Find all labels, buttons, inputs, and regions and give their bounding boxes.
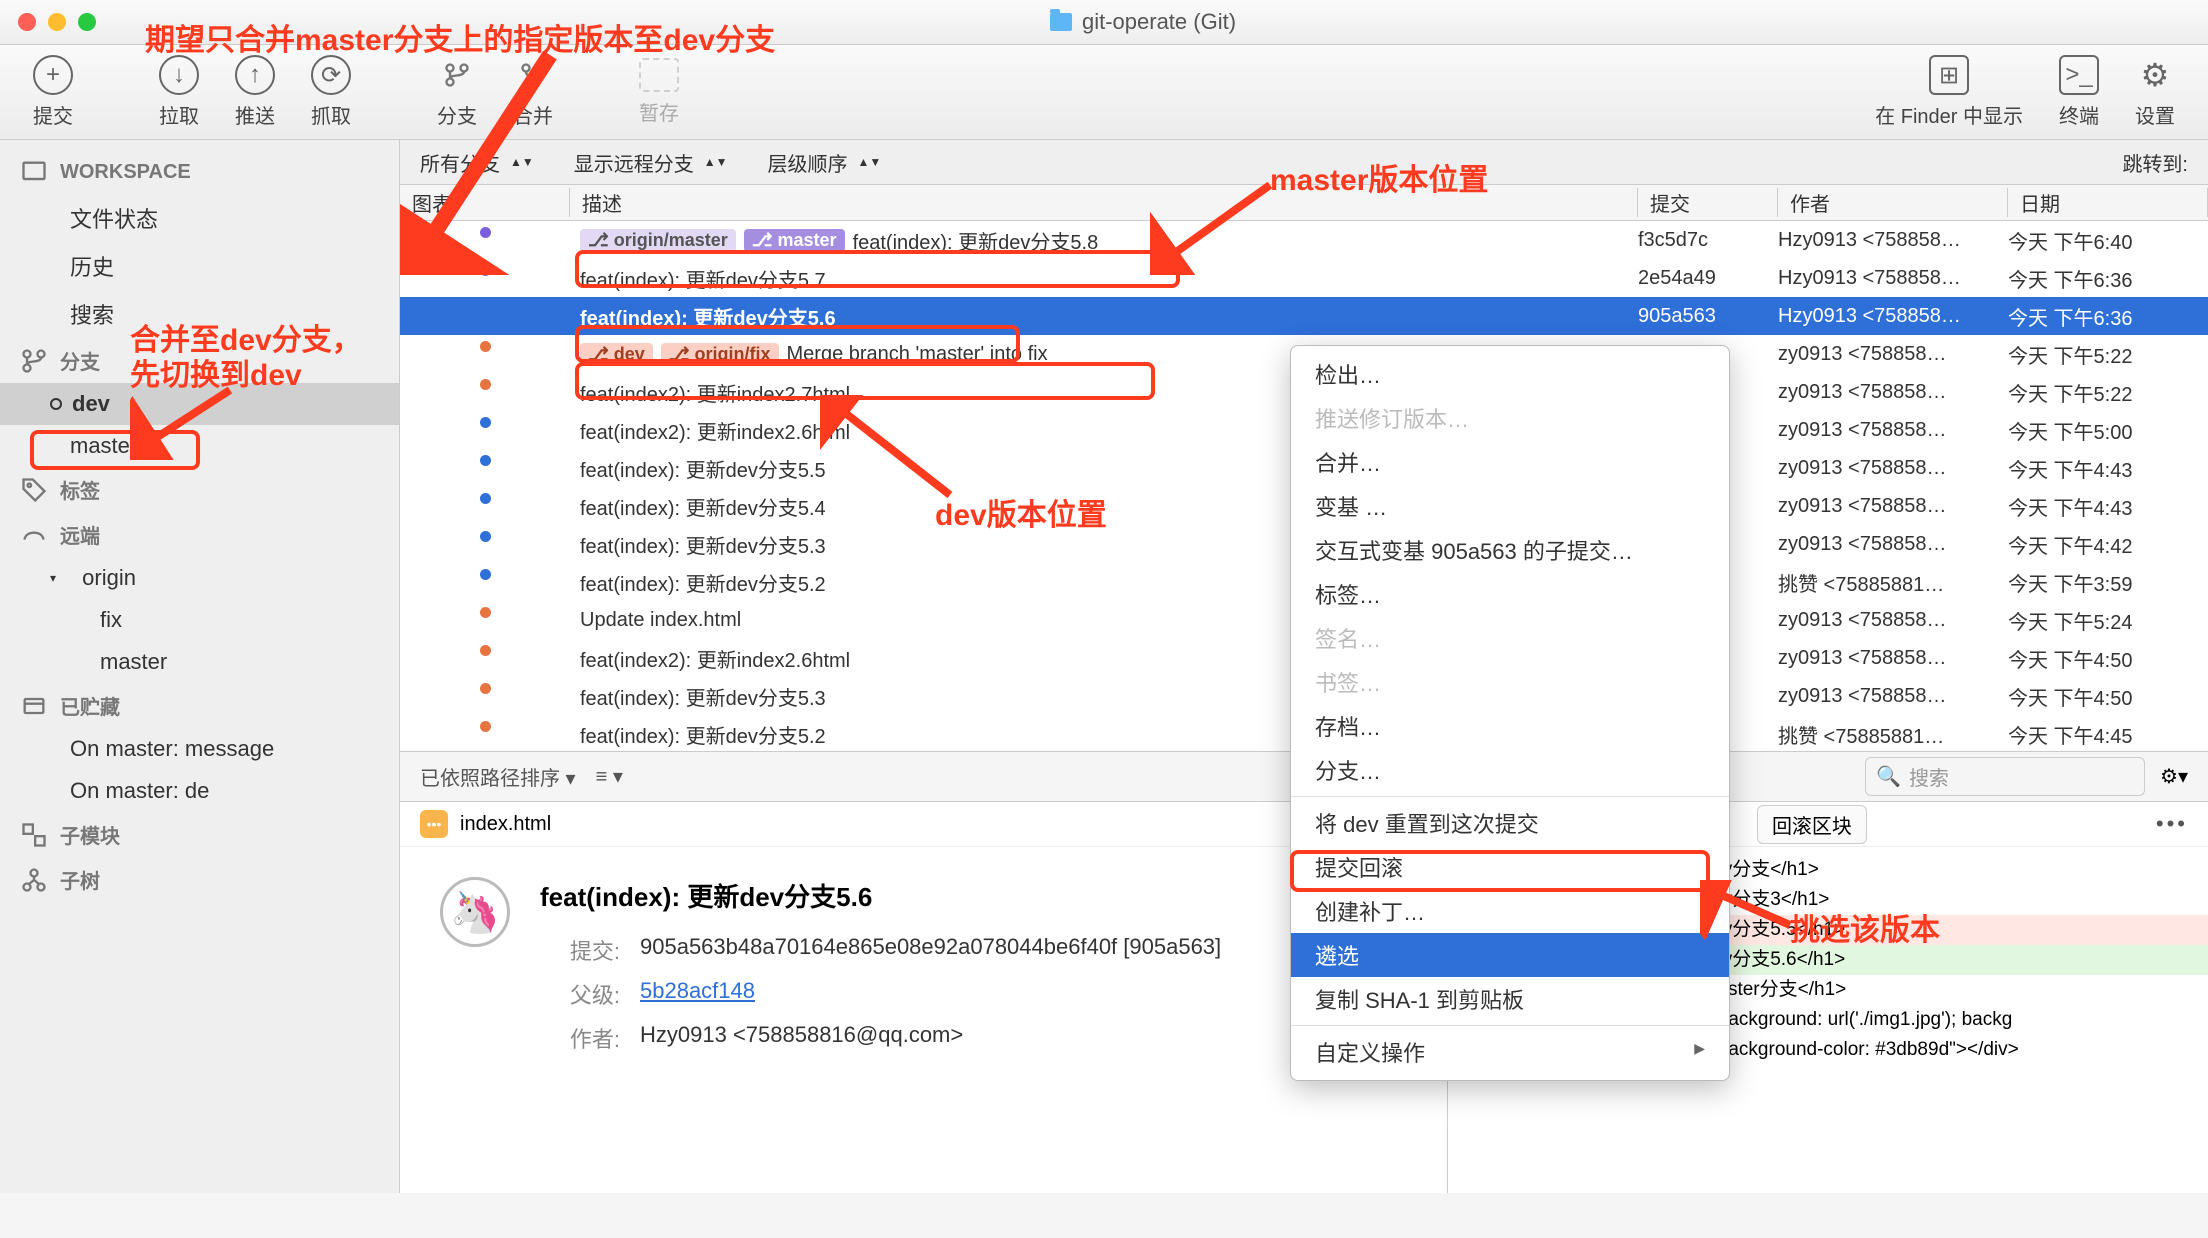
menu-archive[interactable]: 存档… [1291, 704, 1729, 748]
push-button[interactable]: ↑推送 [217, 55, 293, 129]
remotes-section: 远端 [0, 512, 399, 557]
file-status-item[interactable]: 文件状态 [0, 194, 399, 242]
menu-tag[interactable]: 标签… [1291, 572, 1729, 616]
branch-button[interactable]: 分支 [419, 55, 495, 129]
annotation-top: 期望只合并master分支上的指定版本至dev分支 [145, 15, 775, 59]
main-toolbar: +提交 ↓拉取 ↑推送 ⟳抓取 分支 合并 暂存 ⊞在 Finder 中显示 >… [0, 45, 2208, 140]
remote-master[interactable]: master [0, 641, 399, 683]
annotation-sidebar2: 先切换到dev [130, 350, 302, 394]
stash-1[interactable]: On master: de [0, 770, 399, 812]
col-author[interactable]: 作者 [1778, 188, 2008, 217]
menu-interactive[interactable]: 交互式变基 905a563 的子提交… [1291, 528, 1729, 572]
window-controls[interactable] [18, 13, 96, 31]
close-icon[interactable] [18, 13, 36, 31]
workspace-section: WORKSPACE [0, 150, 399, 194]
red-box-master-row [575, 250, 1180, 288]
commit-hash-full: 905a563b48a70164e865e08e92a078044be6f40f… [640, 934, 1221, 966]
gear-icon[interactable]: ⚙▾ [2160, 764, 2188, 789]
maximize-icon[interactable] [78, 13, 96, 31]
rollback-button[interactable]: 回滚区块 [1757, 805, 1867, 844]
all-branches-select[interactable]: 所有分支▲▼ [420, 148, 534, 177]
menu-merge[interactable]: 合并… [1291, 440, 1729, 484]
red-box-dev [30, 430, 200, 470]
remote-fix[interactable]: fix [0, 599, 399, 641]
menu-bookmark: 书签… [1291, 660, 1729, 704]
menu-cherry-pick[interactable]: 遴选 [1291, 933, 1729, 977]
submodules-section: 子模块 [0, 812, 399, 857]
order-select[interactable]: 层级顺序▲▼ [768, 148, 882, 177]
sort-select[interactable]: 已依照路径排序 ▾ [420, 762, 576, 791]
file-name: index.html [460, 813, 551, 836]
annotation-dev-pos: dev版本位置 [935, 490, 1107, 534]
terminal-button[interactable]: >_终端 [2041, 55, 2117, 129]
folder-icon [1050, 13, 1072, 31]
menu-reset[interactable]: 将 dev 重置到这次提交 [1291, 801, 1729, 845]
annotation-master-pos: master版本位置 [1270, 155, 1488, 199]
search-input[interactable]: 🔍 搜索 [1865, 757, 2145, 796]
menu-branch[interactable]: 分支… [1291, 748, 1729, 792]
parent-link[interactable]: 5b28acf148 [640, 978, 755, 1010]
annotation-pick: 挑选该版本 [1790, 905, 1940, 949]
more-icon[interactable]: ••• [2156, 811, 2188, 837]
avatar-icon: 🦄 [440, 877, 510, 947]
tags-section: 标签 [0, 467, 399, 512]
col-graph[interactable]: 图表 [400, 188, 570, 217]
context-menu[interactable]: 检出… 推送修订版本… 合并… 变基 … 交互式变基 905a563 的子提交…… [1290, 345, 1730, 1081]
settings-button[interactable]: ⚙设置 [2117, 55, 2193, 129]
col-date[interactable]: 日期 [2008, 188, 2208, 217]
stashes-section: 已贮藏 [0, 683, 399, 728]
menu-checkout[interactable]: 检出… [1291, 352, 1729, 396]
col-commit[interactable]: 提交 [1638, 188, 1778, 217]
menu-push-rev: 推送修订版本… [1291, 396, 1729, 440]
commit-author: Hzy0913 <758858816@qq.com> [640, 1022, 963, 1054]
view-mode[interactable]: ≡ ▾ [596, 764, 623, 789]
pull-button[interactable]: ↓拉取 [141, 55, 217, 129]
file-badge-icon: ••• [420, 810, 448, 838]
minimize-icon[interactable] [48, 13, 66, 31]
commit-title: feat(index): 更新dev分支5.6 [540, 877, 1407, 914]
remote-origin[interactable]: ▾ origin [0, 557, 399, 599]
show-remote-select[interactable]: 显示远程分支▲▼ [574, 148, 728, 177]
red-box-dev-row [575, 362, 1155, 400]
window-title: git-operate (Git) [1082, 9, 1236, 35]
stash-button[interactable]: 暂存 [621, 58, 697, 126]
stash-0[interactable]: On master: message [0, 728, 399, 770]
red-box-cherry [1290, 850, 1710, 892]
jump-to[interactable]: 跳转到: [2122, 148, 2188, 177]
menu-copy-sha[interactable]: 复制 SHA-1 到剪贴板 [1291, 977, 1729, 1021]
finder-button[interactable]: ⊞在 Finder 中显示 [1857, 55, 2041, 129]
merge-button[interactable]: 合并 [495, 55, 571, 129]
sidebar: WORKSPACE 文件状态 历史 搜索 分支 dev master 标签 远端… [0, 140, 400, 1193]
subtrees-section: 子树 [0, 857, 399, 902]
history-item[interactable]: 历史 [0, 242, 399, 290]
menu-rebase[interactable]: 变基 … [1291, 484, 1729, 528]
menu-patch[interactable]: 创建补丁… [1291, 889, 1729, 933]
red-box-selected-row [575, 325, 1020, 363]
menu-sign: 签名… [1291, 616, 1729, 660]
commit-button[interactable]: +提交 [15, 55, 91, 129]
menu-custom[interactable]: 自定义操作 [1291, 1030, 1729, 1074]
fetch-button[interactable]: ⟳抓取 [293, 55, 369, 129]
